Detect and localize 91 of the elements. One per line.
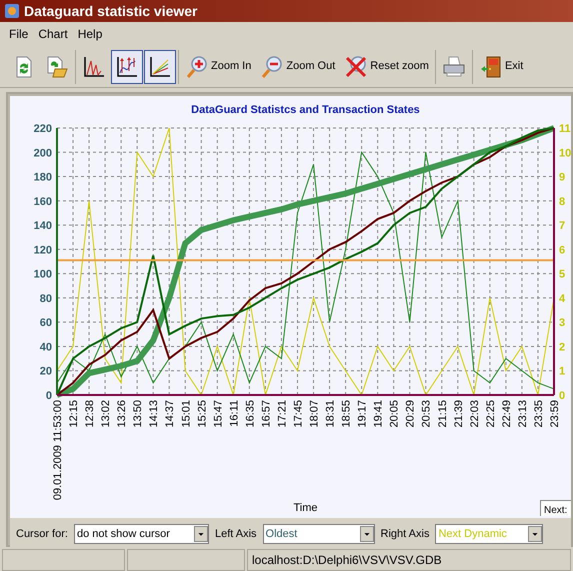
y-tick-label: 0	[559, 390, 566, 402]
y-tick-label: 11	[559, 123, 571, 135]
y-tick-label: 7	[559, 220, 566, 232]
x-tick-label: 15:47	[212, 400, 224, 428]
toolbar-button[interactable]: Reset zoom	[340, 50, 433, 84]
y-tick-label: 2	[559, 341, 566, 354]
chart-arrows-icon	[115, 54, 139, 78]
caret-icon	[360, 526, 374, 542]
dropdown[interactable]: do not show cursor	[74, 524, 209, 544]
y-tick-label: 6	[559, 244, 566, 256]
x-tick-label: 14:37	[164, 400, 176, 428]
x-tick-label: 17:45	[292, 400, 304, 428]
zoom-in-icon	[185, 54, 209, 78]
dropdown-value: Oldest	[264, 526, 298, 542]
x-axis-title: Time	[293, 502, 318, 514]
app-icon	[4, 3, 20, 19]
y-tick-label: 0	[46, 390, 52, 402]
window-title: Dataguard statistic viewer	[24, 2, 198, 21]
toolbar-button[interactable]: Exit	[474, 50, 528, 84]
y-tick-label: 4	[559, 292, 566, 305]
x-tick-label: 12:38	[84, 400, 96, 428]
y-tick-label: 3	[559, 317, 566, 330]
y-tick-label: 200	[34, 147, 52, 160]
caret-icon	[194, 526, 208, 542]
chart-title: DataGuard Statistcs and Transaction States	[191, 104, 420, 116]
toolbar-button[interactable]: Zoom In	[181, 50, 256, 84]
dropdown-value: do not show cursor	[76, 526, 171, 542]
x-tick-label: 18:55	[340, 400, 353, 428]
x-tick-label: 21:15	[436, 400, 449, 428]
line-chart-icon	[148, 54, 172, 78]
y-tick-label: 160	[34, 196, 52, 208]
legend-box: Next:	[540, 500, 571, 516]
y-tick-label: 140	[34, 220, 52, 232]
x-tick-label: 17:21	[276, 400, 288, 428]
x-tick-label: 21:39	[452, 400, 465, 428]
control-label: Cursor for:	[16, 526, 68, 542]
control-label: Right Axis	[380, 526, 430, 542]
dropdown-value: Next Dynamic	[437, 526, 508, 542]
y-tick-label: 10	[559, 147, 571, 160]
y-tick-label: 40	[40, 341, 52, 354]
toolbar-button[interactable]: Zoom Out	[256, 50, 340, 84]
x-tick-label: 16:57	[260, 400, 272, 428]
y-tick-label: 9	[559, 172, 566, 184]
x-tick-label: 22:25	[484, 400, 497, 428]
menu-item[interactable]: Help	[72, 25, 108, 43]
zoom-out-icon	[260, 54, 284, 78]
reset-zoom-icon	[344, 54, 368, 78]
toolbar-button[interactable]	[111, 50, 143, 84]
x-tick-label: 23:13	[516, 400, 529, 428]
x-tick-label: 20:29	[404, 400, 417, 428]
control-label: Left Axis	[214, 526, 257, 542]
x-tick-label: 09.01.2009 11:53:00	[52, 400, 64, 500]
x-tick-label: 23:59	[549, 400, 561, 428]
y-tick-label: 120	[34, 244, 52, 256]
x-tick-label: 14:13	[148, 400, 160, 428]
x-tick-label: 16:35	[244, 400, 256, 428]
y-tick-label: 60	[40, 317, 52, 330]
x-tick-label: 19:41	[372, 400, 385, 428]
x-tick-label: 13:26	[116, 400, 128, 428]
caret-icon	[528, 526, 542, 542]
dropdown[interactable]: Oldest	[262, 524, 375, 544]
y-tick-label: 20	[40, 366, 52, 378]
x-tick-label: 13:02	[100, 400, 112, 428]
folder-refresh-icon	[45, 54, 69, 78]
x-tick-label: 22:03	[468, 400, 481, 428]
toolbar-button[interactable]	[144, 50, 176, 84]
x-tick-label: 23:35	[532, 400, 545, 428]
printer-icon	[442, 54, 466, 78]
x-tick-label: 18:07	[308, 400, 321, 428]
x-tick-label: 15:25	[196, 400, 208, 428]
exit-door-icon	[478, 54, 503, 78]
y-tick-label: 80	[40, 292, 52, 305]
y-tick-label: 1	[559, 366, 566, 378]
x-tick-label: 20:53	[420, 400, 433, 428]
y-tick-label: 220	[34, 123, 52, 135]
x-tick-label: 15:01	[180, 400, 192, 428]
chart-peaks-icon	[82, 54, 106, 78]
x-tick-label: 19:17	[356, 400, 369, 428]
x-tick-label: 13:50	[132, 400, 144, 428]
y-tick-label: 8	[559, 196, 566, 208]
menu-item[interactable]: File	[4, 25, 34, 43]
menu-item[interactable]: Chart	[33, 25, 73, 43]
y-tick-label: 180	[34, 172, 52, 184]
x-tick-label: 22:49	[500, 400, 513, 428]
y-tick-label: 100	[34, 268, 52, 281]
y-tick-label: 5	[559, 268, 566, 281]
x-tick-label: 16:11	[228, 400, 240, 427]
x-tick-label: 18:31	[324, 400, 337, 428]
x-tick-label: 12:15	[68, 400, 80, 428]
x-tick-label: 20:05	[388, 400, 401, 428]
status-text: localhost:D:\Delphi6\VSV\VSV.GDB	[252, 552, 442, 569]
